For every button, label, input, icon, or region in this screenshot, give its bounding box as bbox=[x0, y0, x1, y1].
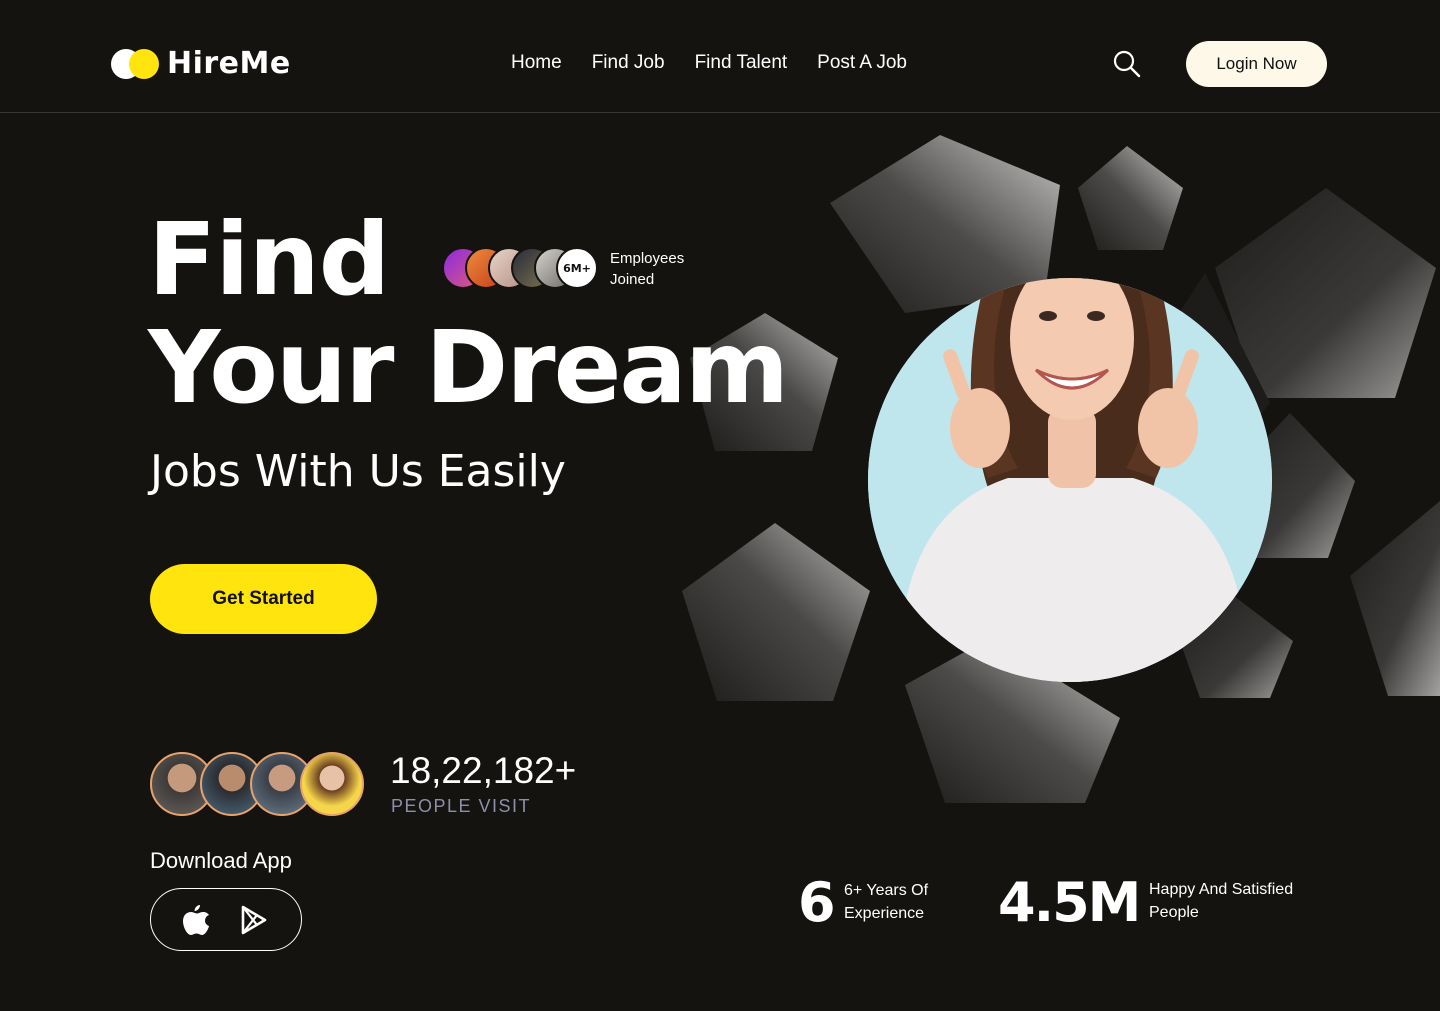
site-header: HireMe Home Find Job Find Talent Post A … bbox=[0, 0, 1440, 113]
nav-post-a-job[interactable]: Post A Job bbox=[817, 52, 907, 74]
stat-people-label-line1: Happy And Satisfied bbox=[1149, 881, 1294, 898]
nav-home[interactable]: Home bbox=[511, 52, 562, 74]
apple-icon[interactable] bbox=[179, 903, 213, 937]
search-icon[interactable] bbox=[1112, 49, 1142, 79]
visitor-avatars bbox=[150, 752, 364, 816]
stat-people-label-line2: People bbox=[1149, 904, 1199, 921]
logo-mark-icon bbox=[111, 47, 159, 81]
main-nav: Home Find Job Find Talent Post A Job bbox=[511, 52, 907, 74]
shape-top-small bbox=[1078, 146, 1183, 250]
employees-label: Employees Joined bbox=[610, 248, 700, 290]
stat-years-value: 6 bbox=[798, 871, 836, 934]
get-started-button[interactable]: Get Started bbox=[150, 564, 377, 634]
stat-people-label: Happy And Satisfied People bbox=[1149, 878, 1293, 924]
visitor-label: PEOPLE VISIT bbox=[391, 796, 532, 816]
employees-label-line2: Joined bbox=[610, 271, 655, 288]
hero-subtitle: Jobs With Us Easily bbox=[150, 446, 566, 497]
visitor-count: 18,22,182+ bbox=[390, 750, 577, 791]
download-app-title: Download App bbox=[150, 848, 292, 873]
employees-count-badge: 6M+ bbox=[556, 247, 598, 289]
shape-right bbox=[1215, 188, 1436, 398]
google-play-icon[interactable] bbox=[237, 903, 271, 937]
hero-title-line2: Your Dream bbox=[148, 309, 789, 426]
shape-left-low bbox=[682, 523, 870, 701]
nav-find-talent[interactable]: Find Talent bbox=[695, 52, 788, 74]
stat-people-value: 4.5M bbox=[998, 871, 1141, 934]
logo[interactable]: HireMe bbox=[111, 46, 291, 81]
login-button[interactable]: Login Now bbox=[1186, 41, 1327, 87]
nav-find-job[interactable]: Find Job bbox=[592, 52, 665, 74]
logo-text: HireMe bbox=[167, 46, 291, 81]
stat-years-label-line2: Experience bbox=[844, 905, 925, 922]
employees-label-line1: Employees bbox=[610, 250, 685, 267]
hero-photo bbox=[868, 278, 1272, 682]
download-app-buttons bbox=[150, 888, 302, 951]
stat-years-label-line1: 6+ Years Of bbox=[844, 882, 929, 899]
avatar bbox=[300, 752, 364, 816]
shape-far-right bbox=[1350, 501, 1440, 696]
hero-title-line1: Find bbox=[148, 201, 390, 318]
stat-years-label: 6+ Years Of Experience bbox=[844, 879, 928, 925]
